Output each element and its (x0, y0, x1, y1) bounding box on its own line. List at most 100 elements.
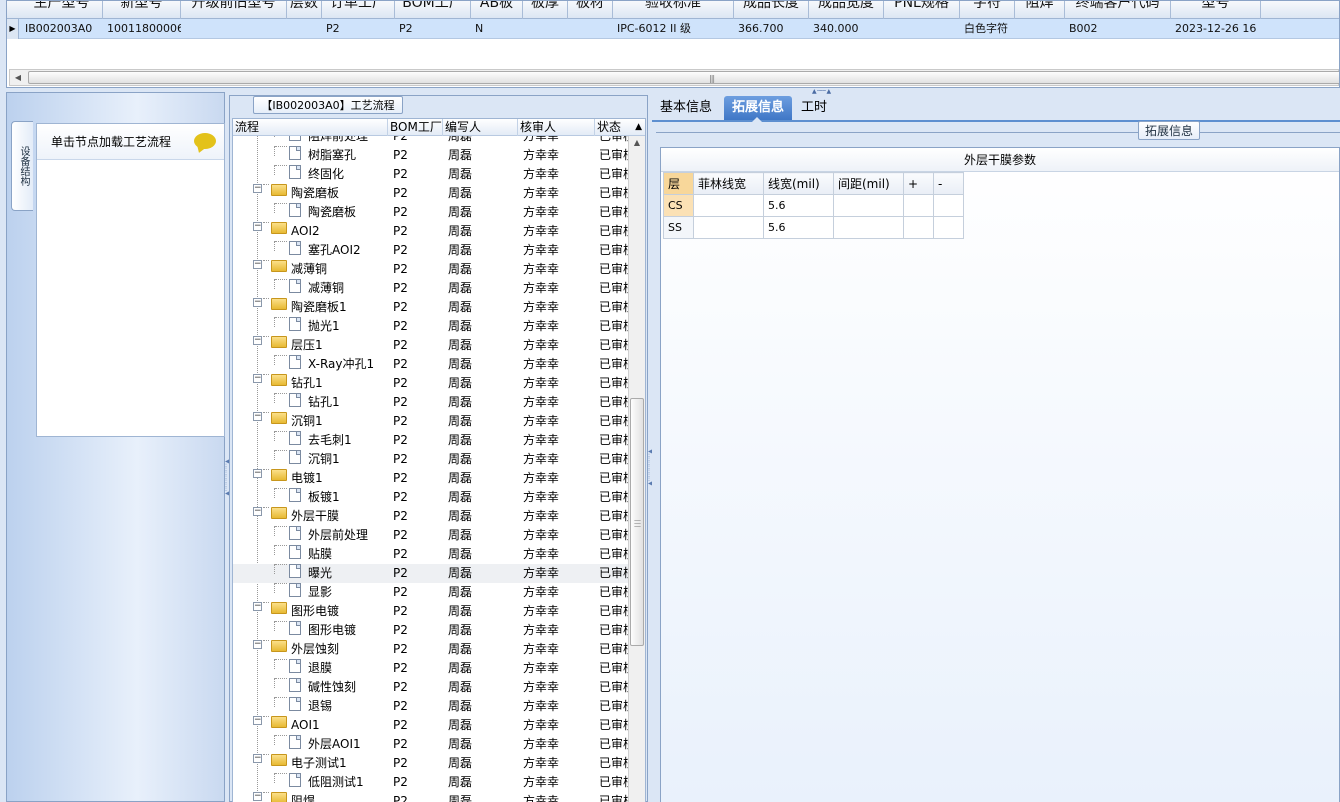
tree-group-row[interactable]: − 沉铜1 P2 周磊 方幸幸 已审核 (233, 412, 629, 431)
tree-step-row[interactable]: X-Ray冲孔1 P2 周磊 方幸幸 已审核 (233, 355, 629, 374)
product-grid-row[interactable]: ▶ IB002003A010011800006858P2P2NIPC-6012 … (7, 19, 1339, 39)
product-grid-cell[interactable]: N (471, 19, 523, 39)
tree-step-row[interactable]: 终固化 P2 周磊 方幸幸 已审核 (233, 165, 629, 184)
product-grid-col[interactable]: BOM工厂 (395, 1, 471, 19)
tree-step-row[interactable]: 外层前处理 P2 周磊 方幸幸 已审核 (233, 526, 629, 545)
tree-step-row[interactable]: 板镀1 P2 周磊 方幸幸 已审核 (233, 488, 629, 507)
params-row-ss[interactable]: SS 5.6 (663, 216, 964, 239)
horizontal-scrollbar[interactable]: ◀ ||| (9, 69, 1339, 86)
product-grid-col[interactable]: 生产型号 (21, 1, 103, 19)
product-grid-cell[interactable]: 366.700 (734, 19, 809, 39)
product-grid-col[interactable]: 层数 (287, 1, 322, 19)
col-reviewer[interactable]: 核审人 (518, 119, 595, 136)
params-row-cs[interactable]: CS 5.6 (663, 194, 964, 217)
product-grid-cell[interactable]: P2 (395, 19, 471, 39)
tree-group-row[interactable]: − 外层干膜 P2 周磊 方幸幸 已审核 (233, 507, 629, 526)
tree-group-row[interactable]: − 陶瓷磨板1 P2 周磊 方幸幸 已审核 (233, 298, 629, 317)
tree-group-row[interactable]: − AOI2 P2 周磊 方幸幸 已审核 (233, 222, 629, 241)
collapse-icon[interactable]: − (253, 260, 262, 269)
collapse-icon[interactable]: − (253, 469, 262, 478)
tree-vertical-scrollbar[interactable]: ▲ — — — (628, 136, 645, 802)
product-grid-cell[interactable] (568, 19, 613, 39)
vertical-tab-structure[interactable]: 设备结构 (11, 121, 33, 211)
product-grid-cell[interactable] (523, 19, 568, 39)
collapse-icon[interactable]: − (253, 222, 262, 231)
collapse-icon[interactable]: − (253, 374, 262, 383)
product-grid-cell[interactable]: 10011800006858 (103, 19, 181, 39)
product-grid-col[interactable]: 型号 (1171, 1, 1261, 19)
tree-step-row[interactable]: 抛光1 P2 周磊 方幸幸 已审核 (233, 317, 629, 336)
tree-step-row[interactable]: 树脂塞孔 P2 周磊 方幸幸 已审核 (233, 146, 629, 165)
tree-step-row[interactable]: 低阻测试1 P2 周磊 方幸幸 已审核 (233, 773, 629, 792)
params-cell-film-width[interactable] (693, 216, 764, 239)
tree-step-row[interactable]: 贴膜 P2 周磊 方幸幸 已审核 (233, 545, 629, 564)
collapse-icon[interactable]: − (253, 507, 262, 516)
product-grid-col[interactable]: 字符 (960, 1, 1015, 19)
product-grid-col[interactable]: 板厚 (523, 1, 568, 19)
product-grid-cell[interactable]: P2 (322, 19, 395, 39)
product-grid-col[interactable]: 订单工厂 (322, 1, 395, 19)
tree-group-row[interactable]: − 电镀1 P2 周磊 方幸幸 已审核 (233, 469, 629, 488)
col-status[interactable]: 状态 ▲ (595, 119, 645, 136)
product-grid-cell[interactable]: 340.000 (809, 19, 884, 39)
tree-step-row[interactable]: 曝光 P2 周磊 方幸幸 已审核 (233, 564, 629, 583)
collapse-icon[interactable]: − (253, 412, 262, 421)
params-cell-plus[interactable] (903, 216, 934, 239)
product-grid-cell[interactable]: IB002003A0 (21, 19, 103, 39)
tree-step-row[interactable]: 塞孔AOI2 P2 周磊 方幸幸 已审核 (233, 241, 629, 260)
row-selector-icon[interactable]: ▶ (7, 19, 19, 39)
product-grid-cell[interactable] (181, 19, 287, 39)
col-process[interactable]: 流程 (233, 119, 388, 136)
params-cell-layer[interactable]: SS (663, 216, 694, 239)
product-grid-cell[interactable] (287, 19, 322, 39)
params-cell-spacing[interactable] (833, 216, 904, 239)
params-col-minus[interactable]: - (933, 172, 964, 195)
tree-step-row[interactable]: 退锡 P2 周磊 方幸幸 已审核 (233, 697, 629, 716)
tree-group-row[interactable]: − 阻焊 P2 周磊 方幸幸 已审核 (233, 792, 629, 802)
product-grid-cell[interactable]: B002 (1065, 19, 1171, 39)
collapse-icon[interactable]: − (253, 298, 262, 307)
collapse-icon[interactable]: − (253, 640, 262, 649)
product-grid-cell[interactable]: 白色字符 (960, 19, 1015, 39)
collapse-icon[interactable]: − (253, 754, 262, 763)
product-grid-col[interactable]: AB板 (471, 1, 523, 19)
product-grid-cell[interactable]: 2023-12-26 16 (1171, 19, 1261, 39)
product-grid-col[interactable]: 新型号 (103, 1, 181, 19)
product-grid-col[interactable]: 成品长度 (734, 1, 809, 19)
params-cell-minus[interactable] (933, 216, 964, 239)
tree-step-row[interactable]: 钻孔1 P2 周磊 方幸幸 已审核 (233, 393, 629, 412)
tree-scroll-thumb[interactable]: — — — (630, 398, 644, 646)
product-grid-col[interactable]: 阻焊 (1015, 1, 1065, 19)
tab-work-hours[interactable]: 工时 (793, 96, 835, 120)
params-cell-film-width[interactable] (693, 194, 764, 217)
params-col-spacing[interactable]: 间距(mil) (833, 172, 904, 195)
product-grid-col[interactable]: 板材 (568, 1, 613, 19)
collapse-icon[interactable]: − (253, 184, 262, 193)
tree-step-row[interactable]: 碱性蚀刻 P2 周磊 方幸幸 已审核 (233, 678, 629, 697)
product-grid-col[interactable]: PNL规格 (884, 1, 960, 19)
tree-group-row[interactable]: − 图形电镀 P2 周磊 方幸幸 已审核 (233, 602, 629, 621)
scroll-thumb[interactable]: ||| (28, 71, 1339, 84)
tree-group-row[interactable]: − 外层蚀刻 P2 周磊 方幸幸 已审核 (233, 640, 629, 659)
collapse-icon[interactable]: − (253, 602, 262, 611)
tab-extended-info[interactable]: 拓展信息 (724, 96, 793, 122)
product-grid-cell[interactable] (884, 19, 960, 39)
params-cell-minus[interactable] (933, 194, 964, 217)
tree-group-row[interactable]: − AOI1 P2 周磊 方幸幸 已审核 (233, 716, 629, 735)
product-grid-col[interactable]: 验收标准 (613, 1, 734, 19)
params-cell-line-width[interactable]: 5.6 (763, 216, 834, 239)
tree-step-row[interactable]: 减薄铜 P2 周磊 方幸幸 已审核 (233, 279, 629, 298)
tree-step-row[interactable]: 外层AOI1 P2 周磊 方幸幸 已审核 (233, 735, 629, 754)
tree-group-row[interactable]: − 层压1 P2 周磊 方幸幸 已审核 (233, 336, 629, 355)
tree-step-row[interactable]: 陶瓷磨板 P2 周磊 方幸幸 已审核 (233, 203, 629, 222)
collapse-icon[interactable]: − (253, 336, 262, 345)
col-bom-factory[interactable]: BOM工厂 (388, 119, 443, 136)
scroll-up-icon[interactable]: ▲ (629, 136, 645, 150)
tab-basic-info[interactable]: 基本信息 (652, 96, 720, 120)
collapse-icon[interactable]: − (253, 792, 262, 801)
tree-step-row[interactable]: 图形电镀 P2 周磊 方幸幸 已审核 (233, 621, 629, 640)
tree-group-row[interactable]: − 钻孔1 P2 周磊 方幸幸 已审核 (233, 374, 629, 393)
tree-step-row[interactable]: 显影 P2 周磊 方幸幸 已审核 (233, 583, 629, 602)
params-cell-plus[interactable] (903, 194, 934, 217)
tree-group-row[interactable]: − 电子测试1 P2 周磊 方幸幸 已审核 (233, 754, 629, 773)
